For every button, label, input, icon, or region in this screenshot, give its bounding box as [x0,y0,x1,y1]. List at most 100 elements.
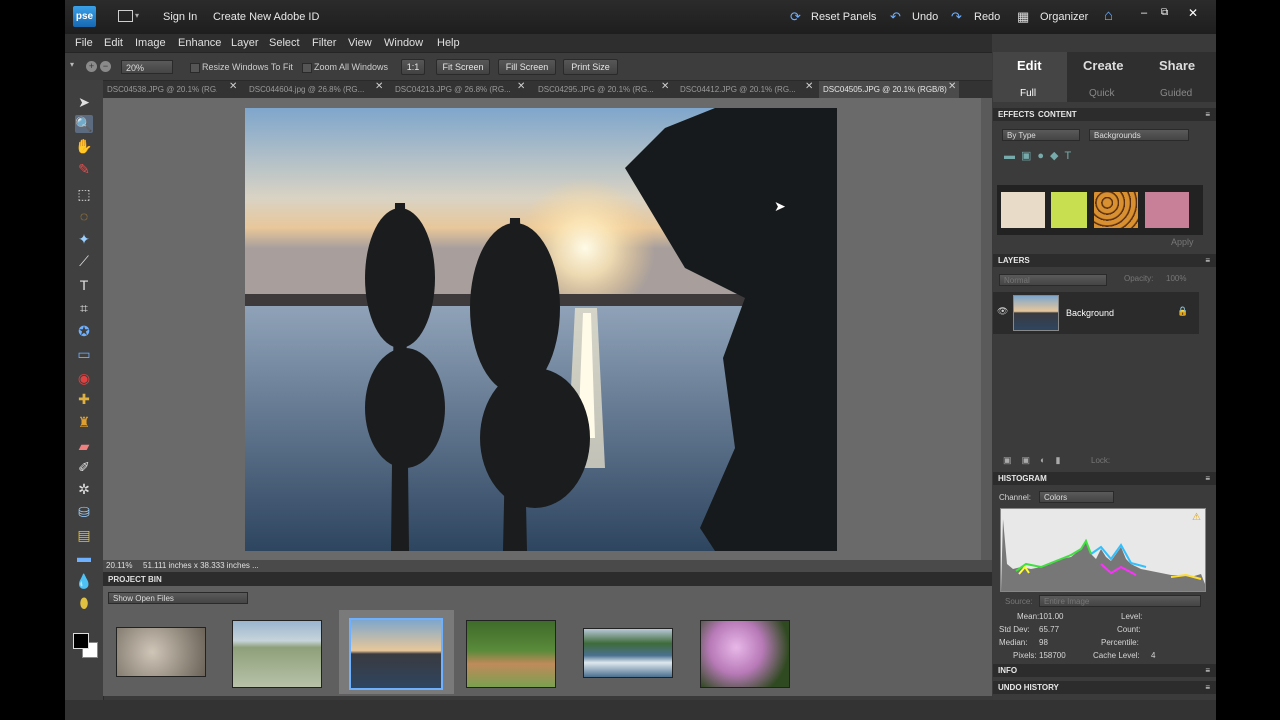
content-thumb-map[interactable] [1001,192,1045,228]
layer-actions-icons[interactable]: ▣▣◐▮ [1003,455,1070,466]
fill-screen-button[interactable]: Fill Screen [498,59,556,75]
close-tab-icon[interactable]: ✕ [661,81,669,92]
menu-enhance[interactable]: Enhance [178,37,221,49]
straighten-tool-icon[interactable]: ▭ [75,345,93,363]
tab-content[interactable]: CONTENT [1038,108,1077,121]
smart-brush-tool-icon[interactable]: ✲ [75,480,93,498]
vertical-scrollbar[interactable] [981,98,992,560]
clone-stamp-tool-icon[interactable]: ♜ [75,413,93,431]
actual-pixels-button[interactable]: 1:1 [401,59,425,75]
visibility-eye-icon[interactable]: 👁 [997,306,1008,317]
home-icon[interactable]: ⌂ [1104,7,1113,24]
channel-select[interactable]: Colors [1039,491,1114,503]
menu-filter[interactable]: Filter [312,37,336,49]
close-icon[interactable]: ✕ [1188,6,1198,20]
tab-guided[interactable]: Guided [1160,88,1192,99]
content-thumb-giraffe[interactable] [1094,192,1138,228]
undo-icon[interactable]: ↶ [890,9,901,25]
print-size-button[interactable]: Print Size [563,59,618,75]
menu-edit[interactable]: Edit [104,37,123,49]
undo-button[interactable]: Undo [912,11,938,23]
restore-icon[interactable]: ⧉ [1161,7,1168,18]
blend-mode-select[interactable]: Normal [999,274,1107,286]
close-tab-icon[interactable]: ✕ [517,81,525,92]
brush-tool-icon[interactable]: ✐ [75,458,93,476]
tab-doc-5[interactable]: DSC04412.JPG @ 20.1% (RG... [680,81,798,98]
tab-doc-1[interactable]: DSC04538.JPG @ 20.1% (RG... [107,81,217,98]
zoom-tool-icon[interactable]: 🔍 [75,115,93,133]
bin-thumb-4[interactable] [456,610,571,694]
menu-select[interactable]: Select [269,37,300,49]
blur-tool-icon[interactable]: 💧 [75,572,93,590]
reset-panels-icon[interactable]: ⟳ [790,9,801,25]
bin-thumb-2[interactable] [222,610,337,694]
tool-preset-chevron-icon[interactable]: ▾ [70,60,74,69]
zoom-in-icon[interactable]: + [86,61,97,72]
menu-layer[interactable]: Layer [231,37,259,49]
content-type-icons[interactable]: ▬▣●◆T [1004,149,1077,162]
panel-menu-icon[interactable]: ≡ [1205,681,1210,694]
sign-in-link[interactable]: Sign In [163,11,197,23]
warning-icon[interactable]: ⚠ [1192,512,1201,523]
tab-full[interactable]: Full [1020,88,1036,99]
cookie-cutter-tool-icon[interactable]: ✪ [75,322,93,340]
tab-doc-3[interactable]: DSC04213.JPG @ 26.8% (RG... [395,81,513,98]
fit-screen-button[interactable]: Fit Screen [436,59,490,75]
gradient-tool-icon[interactable]: ▤ [75,526,93,544]
close-tab-icon[interactable]: ✕ [805,81,813,92]
tab-share[interactable]: Share [1159,58,1195,73]
workspace-icon[interactable] [118,10,133,22]
tab-effects[interactable]: EFFECTS [998,108,1034,121]
opacity-value[interactable]: 100% [1166,274,1186,283]
tab-quick[interactable]: Quick [1089,88,1115,99]
zoom-level-field[interactable]: 20% [121,60,173,74]
redo-icon[interactable]: ↷ [951,9,962,25]
eraser-tool-icon[interactable]: ▰ [75,437,93,455]
apply-button[interactable]: Apply [1171,237,1194,247]
foreground-color-swatch[interactable] [73,633,89,649]
content-thumb-lime[interactable] [1051,192,1087,228]
healing-brush-tool-icon[interactable]: ✚ [75,390,93,408]
magic-wand-tool-icon[interactable]: ✦ [75,230,93,248]
sponge-tool-icon[interactable]: ⬮ [75,594,93,612]
menu-file[interactable]: File [75,37,93,49]
tab-doc-active[interactable]: DSC04505.JPG @ 20.1% (RGB/8) [819,81,959,98]
content-thumb-pink[interactable] [1145,192,1189,228]
close-tab-icon[interactable]: ✕ [229,81,237,92]
tab-doc-2[interactable]: DSC044604.jpg @ 26.8% (RG... [249,81,367,98]
tab-doc-4[interactable]: DSC04295.JPG @ 20.1% (RG... [538,81,656,98]
hand-tool-icon[interactable]: ✋ [75,137,93,155]
menu-image[interactable]: Image [135,37,166,49]
organizer-button[interactable]: Organizer [1040,11,1088,23]
layer-row-background[interactable]: 👁 Background 🔒 [993,292,1199,334]
panel-menu-icon[interactable]: ≡ [1205,108,1210,121]
panel-menu-icon[interactable]: ≡ [1205,254,1210,267]
close-tab-icon[interactable]: ✕ [948,81,956,92]
minimize-icon[interactable]: ‒ [1141,7,1147,19]
source-select[interactable]: Entire Image [1039,595,1201,607]
marquee-tool-icon[interactable]: ⬚ [75,185,93,203]
menu-view[interactable]: View [348,37,372,49]
tab-create[interactable]: Create [1083,58,1123,73]
crop-tool-icon[interactable]: ⌗ [75,299,93,317]
eyedropper-tool-icon[interactable]: ✎ [75,160,93,178]
type-tool-icon[interactable]: T [75,276,93,294]
workspace-chevron-down-icon[interactable]: ▾ [135,11,139,20]
image-canvas[interactable]: ➤ [103,98,992,560]
paint-bucket-tool-icon[interactable]: ⛁ [75,503,93,521]
zoom-all-windows-checkbox[interactable] [302,63,312,73]
reset-panels-button[interactable]: Reset Panels [811,11,876,23]
organizer-icon[interactable]: ▦ [1017,9,1029,25]
undo-history-header[interactable]: UNDO HISTORY ≡ [993,681,1216,694]
backgrounds-select[interactable]: Backgrounds [1089,129,1189,141]
show-files-select[interactable]: Show Open Files [108,592,248,604]
menu-help[interactable]: Help [437,37,460,49]
bin-thumb-6[interactable] [690,610,805,694]
red-eye-tool-icon[interactable]: ◉ [75,369,93,387]
close-tab-icon[interactable]: ✕ [375,81,383,92]
panel-menu-icon[interactable]: ≡ [1205,664,1210,677]
bin-thumb-1[interactable] [105,610,220,694]
panel-menu-icon[interactable]: ≡ [1205,472,1210,485]
redo-button[interactable]: Redo [974,11,1000,23]
create-adobe-id-link[interactable]: Create New Adobe ID [213,11,319,23]
